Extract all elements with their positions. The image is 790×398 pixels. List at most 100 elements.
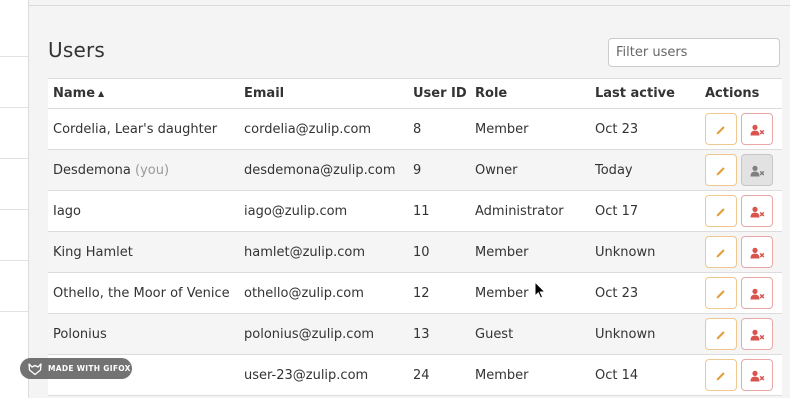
- pencil-icon: [715, 286, 727, 301]
- pencil-icon: [715, 327, 727, 342]
- user-id: 12: [408, 272, 470, 314]
- pencil-icon: [715, 163, 727, 178]
- user-email: othello@zulip.com: [239, 272, 408, 314]
- edit-user-button[interactable]: [705, 195, 737, 227]
- sidebar-divider: [0, 158, 28, 159]
- user-actions: [700, 149, 782, 191]
- user-email: iago@zulip.com: [239, 190, 408, 232]
- column-header-actions: Actions: [700, 78, 782, 109]
- user-role: Member: [470, 272, 590, 314]
- user-id: 8: [408, 108, 470, 150]
- user-name-cell: Othello, the Moor of Venice: [48, 272, 239, 314]
- column-header-email[interactable]: Email: [239, 78, 408, 109]
- user-actions: [700, 108, 782, 150]
- sidebar-divider: [0, 209, 28, 210]
- user-last-active: Unknown: [590, 313, 700, 355]
- sidebar-divider: [0, 260, 28, 261]
- user-actions: [700, 313, 782, 355]
- user-name: Desdemona: [53, 162, 131, 178]
- user-role: Member: [470, 231, 590, 273]
- user-email: hamlet@zulip.com: [239, 231, 408, 273]
- user-name-cell: Polonius: [48, 313, 239, 355]
- user-role: Guest: [470, 313, 590, 355]
- user-name-cell: Desdemona (you): [48, 149, 239, 191]
- mouse-cursor-icon: [534, 281, 547, 299]
- user-id: 11: [408, 190, 470, 232]
- user-name: Iago: [53, 203, 82, 219]
- edit-user-button[interactable]: [705, 359, 737, 391]
- column-header-user-id[interactable]: User ID: [408, 78, 470, 109]
- user-last-active: Oct 23: [590, 272, 700, 314]
- user-last-active: Unknown: [590, 231, 700, 273]
- page-title: Users: [48, 38, 106, 62]
- column-header-last-active[interactable]: Last active: [590, 78, 700, 109]
- deactivate-user-button[interactable]: [741, 236, 773, 268]
- user-times-icon: [750, 122, 765, 137]
- user-name: Othello, the Moor of Venice: [53, 285, 230, 301]
- edit-user-button[interactable]: [705, 154, 737, 186]
- user-times-icon: [750, 245, 765, 260]
- you-tag: (you): [135, 162, 170, 178]
- user-id: 9: [408, 149, 470, 191]
- user-email: desdemona@zulip.com: [239, 149, 408, 191]
- deactivate-user-button[interactable]: [741, 359, 773, 391]
- pencil-icon: [715, 122, 727, 137]
- user-name-cell: Iago: [48, 190, 239, 232]
- column-header-role[interactable]: Role: [470, 78, 590, 109]
- user-last-active: Today: [590, 149, 700, 191]
- gifox-watermark: MADE WITH GIFOX: [20, 358, 132, 379]
- user-times-icon: [750, 204, 765, 219]
- users-table: Name ▲ Email User ID Role Last active Act…: [48, 78, 782, 396]
- deactivate-user-button: [741, 154, 773, 186]
- user-id: 10: [408, 231, 470, 273]
- deactivate-user-button[interactable]: [741, 277, 773, 309]
- user-times-icon: [750, 163, 765, 178]
- pencil-icon: [715, 368, 727, 383]
- table-row: Othello, the Moor of Venice othello@zuli…: [48, 272, 782, 314]
- fox-logo-icon: [28, 362, 42, 375]
- user-name: Polonius: [53, 326, 107, 342]
- table-row: Iago iago@zulip.com 11 Administrator Oct 17: [48, 190, 782, 232]
- edit-user-button[interactable]: [705, 277, 737, 309]
- user-role: Owner: [470, 149, 590, 191]
- user-role: Member: [470, 354, 590, 396]
- caret-up-icon: ▲: [98, 89, 105, 98]
- user-role: Member: [470, 108, 590, 150]
- user-times-icon: [750, 286, 765, 301]
- user-email: user-23@zulip.com: [239, 354, 408, 396]
- table-row: King Hamlet hamlet@zulip.com 10 Member Unkn…: [48, 231, 782, 273]
- user-email: cordelia@zulip.com: [239, 108, 408, 150]
- top-divider: [28, 5, 790, 6]
- table-row: Polonius polonius@zulip.com 13 Guest Unknow…: [48, 313, 782, 355]
- user-name-cell: King Hamlet: [48, 231, 239, 273]
- filter-users-input[interactable]: [608, 38, 780, 67]
- sidebar-divider: [0, 56, 28, 57]
- table-row: Cordelia, Lear's daughter cordelia@zulip…: [48, 108, 782, 150]
- user-name: King Hamlet: [53, 244, 133, 260]
- edit-user-button[interactable]: [705, 318, 737, 350]
- user-times-icon: [750, 368, 765, 383]
- pencil-icon: [715, 204, 727, 219]
- user-last-active: Oct 23: [590, 108, 700, 150]
- deactivate-user-button[interactable]: [741, 113, 773, 145]
- column-header-name[interactable]: Name ▲: [48, 78, 239, 109]
- edit-user-button[interactable]: [705, 236, 737, 268]
- edit-user-button[interactable]: [705, 113, 737, 145]
- user-actions: [700, 190, 782, 232]
- user-name: Cordelia, Lear's daughter: [53, 121, 218, 137]
- table-row: Desdemona (you) desdemona@zulip.com 9 Owner…: [48, 149, 782, 191]
- deactivate-user-button[interactable]: [741, 318, 773, 350]
- table-row: user-23@zulip.com 24 Member Oct 14: [48, 354, 782, 396]
- user-actions: [700, 354, 782, 396]
- user-last-active: Oct 17: [590, 190, 700, 232]
- user-id: 13: [408, 313, 470, 355]
- watermark-text: MADE WITH GIFOX: [48, 364, 131, 373]
- user-name-cell: Cordelia, Lear's daughter: [48, 108, 239, 150]
- deactivate-user-button[interactable]: [741, 195, 773, 227]
- sidebar-divider: [0, 107, 28, 108]
- user-role: Administrator: [470, 190, 590, 232]
- pencil-icon: [715, 245, 727, 260]
- user-last-active: Oct 14: [590, 354, 700, 396]
- user-id: 24: [408, 354, 470, 396]
- user-actions: [700, 231, 782, 273]
